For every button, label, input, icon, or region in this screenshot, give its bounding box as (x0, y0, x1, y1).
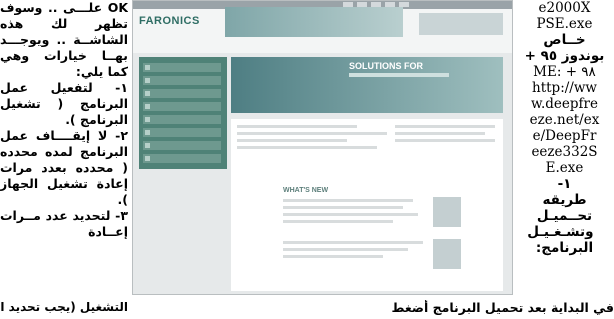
nav-item (143, 154, 221, 163)
section-subhead: WHAT'S NEW (283, 187, 329, 194)
download-url[interactable]: http://www.deepfreeze.net/exe/DeepFreeze… (530, 80, 600, 176)
nav-item (143, 76, 221, 85)
text-line (395, 125, 495, 128)
paragraph-option-3: ٣- لتحديد عدد مــرات إعــادة (0, 208, 128, 239)
text-line (395, 139, 495, 142)
banner-title: SOLUTIONS FOR (349, 61, 423, 71)
text-line (283, 220, 393, 223)
paragraph-intro: OK علـــى .. وسوف تظهر لك هذه الشاشــة .… (0, 0, 128, 79)
text-line (283, 255, 383, 258)
nav-item (143, 89, 221, 98)
text-line (395, 132, 485, 135)
bottom-right-text: في البداية بعد تحميل البرنامج أضغط (391, 300, 614, 315)
right-text-column: e2000XPSE.exe خــاص بوندوز ٩٥ + ME: + ٩٨… (515, 0, 614, 300)
text-line (283, 248, 408, 251)
header-image (225, 7, 403, 37)
nav-item (143, 102, 221, 111)
special-label: خــاص (543, 32, 586, 48)
nav-item (143, 141, 221, 150)
nav-item (143, 115, 221, 124)
banner-subtitle-line (349, 73, 449, 77)
text-line (283, 241, 423, 244)
paragraph-option-1: ١- لتفعيل عمل البرنامج ( تشغيل البرنامج … (0, 80, 128, 127)
site-logo: FARONICS (139, 15, 200, 27)
method-heading: ١- طريقه تحــميـل وتشـغـيـل البرنامج: (527, 176, 594, 256)
text-line (237, 139, 347, 142)
nav-item (143, 63, 221, 72)
paragraph-option-2: ٢- لا إيقــــاف عمل البرنامج لمده محدده … (0, 128, 128, 207)
header-side-panel (419, 13, 503, 35)
bottom-left-text: التشغيل (يجب تحديد الرقم ٢ لتفعيل هذي (0, 300, 128, 314)
text-line (283, 213, 418, 216)
site-nav-menu (139, 57, 227, 169)
text-line (283, 199, 413, 202)
me-label: ME: + ٩٨ (533, 64, 596, 80)
text-line (237, 146, 377, 149)
text-line (237, 125, 357, 128)
windows-label: بوندوز ٩٥ + (524, 48, 605, 64)
download-url-tail: e2000XPSE.exe (536, 0, 593, 32)
text-line (237, 132, 387, 135)
nav-item (143, 128, 221, 137)
embedded-screenshot: FARONICS SOLUTIONS FOR WHAT'S NEW (132, 0, 513, 295)
content-area (231, 119, 503, 291)
left-text-column: OK علـــى .. وسوف تظهر لك هذه الشاشــة .… (0, 0, 128, 319)
text-line (283, 206, 403, 209)
thumbnail-image (433, 239, 461, 269)
thumbnail-image (433, 197, 461, 227)
